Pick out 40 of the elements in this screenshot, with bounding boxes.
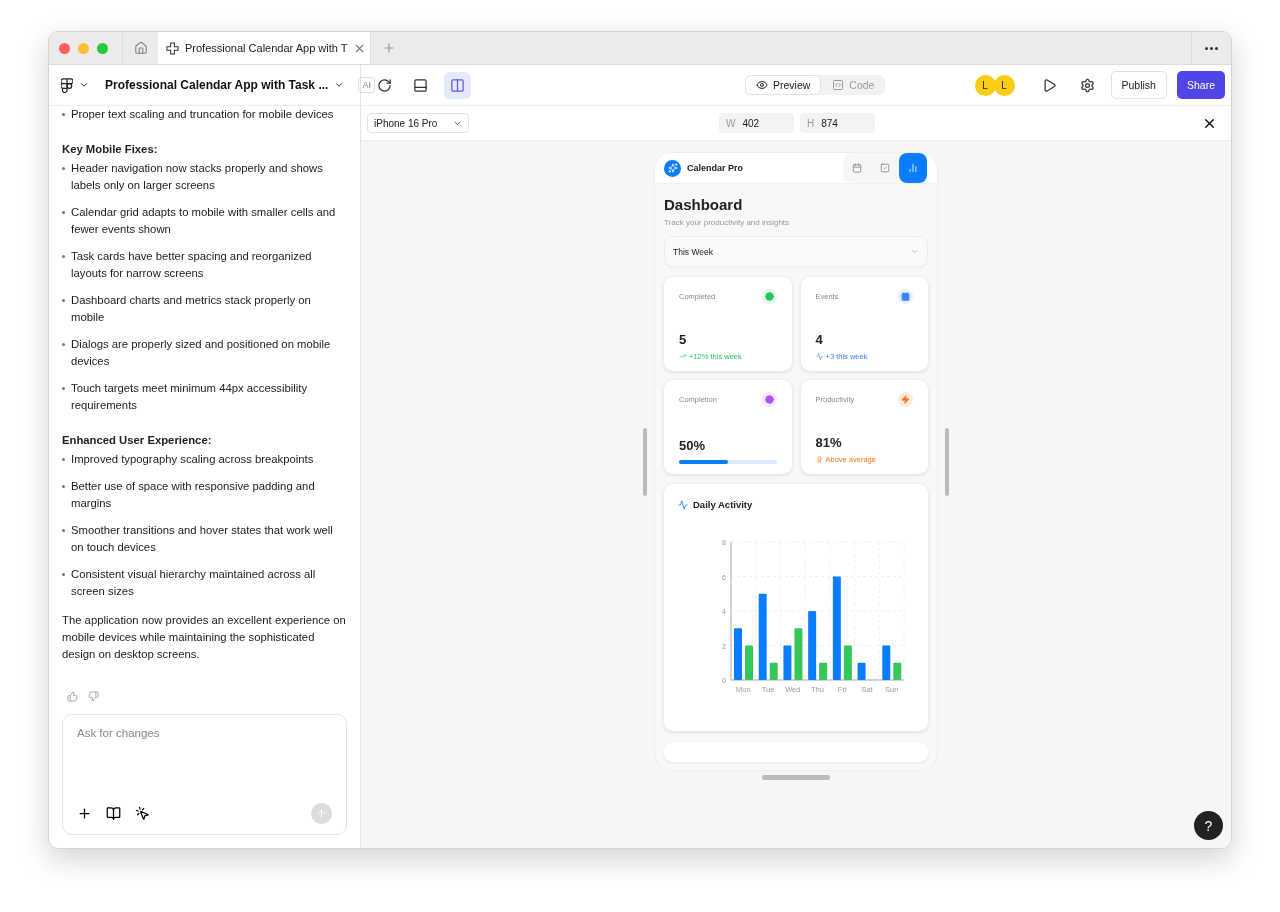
chat-bullet-text: Improved typography scaling across breakpoints bbox=[71, 452, 314, 467]
page-title: Dashboard bbox=[664, 196, 744, 213]
chat-bullet-text: Smoother transitions and hover states that work well on touch devices bbox=[71, 523, 334, 555]
chat-bullet-text: Dialogs are properly sized and positioned on mobile devices bbox=[71, 337, 332, 369]
chat-heading: Enhanced User Experience: bbox=[62, 433, 213, 448]
chat-composer[interactable]: Ask for changes bbox=[62, 714, 347, 835]
width-value: 402 bbox=[742, 117, 760, 129]
project-title[interactable]: Professional Calendar App with Task ... bbox=[105, 78, 329, 92]
chat-bullet-text: Proper text scaling and truncation for mobile devices bbox=[71, 107, 334, 122]
view-tab[interactable]: Preview bbox=[745, 75, 822, 95]
stat-value: 4 bbox=[815, 332, 824, 347]
height-value: 874 bbox=[821, 117, 838, 129]
user-avatar[interactable]: L bbox=[993, 74, 1015, 96]
period-select[interactable]: This Week bbox=[664, 236, 928, 267]
chat-bullet-text: Task cards have better spacing and reorganized layouts for narrow screens bbox=[71, 249, 313, 281]
chat-bullet-text: Touch targets meet minimum 44px accessibility requirements bbox=[71, 381, 309, 413]
user-avatar[interactable]: L bbox=[974, 74, 996, 96]
chat-paragraph: The application now provides an excellent experience on mobile devices while maintaining the sophisticated design on desktop screens. bbox=[62, 613, 347, 662]
chart-title: Daily Activity bbox=[693, 499, 753, 510]
tab-title: Professional Calendar App with T bbox=[185, 42, 348, 54]
chat-bullet-text: Calendar grid adapts to mobile with smaller cells and fewer events shown bbox=[71, 205, 337, 237]
stat-value: 50% bbox=[679, 438, 707, 453]
height-field[interactable]: H 874 bbox=[800, 113, 875, 133]
width-field[interactable]: W 402 bbox=[719, 113, 794, 133]
chat-heading: Key Mobile Fixes: bbox=[62, 142, 159, 157]
ai-badge: AI bbox=[358, 77, 375, 93]
chat-bullet-text: Header navigation now stacks properly and shows labels only on larger screens bbox=[71, 161, 324, 193]
browser-tab[interactable]: Professional Calendar App with T bbox=[158, 32, 370, 64]
stat-value: 81% bbox=[815, 435, 843, 450]
share-button[interactable]: Share bbox=[1176, 71, 1225, 99]
page-subtitle: Track your productivity and insights bbox=[664, 218, 791, 227]
device-select[interactable]: iPhone 16 Pro bbox=[367, 113, 469, 133]
app-brand: Calendar Pro bbox=[687, 163, 744, 173]
stat-value: 5 bbox=[679, 332, 688, 347]
chat-bullet-text: Consistent visual hierarchy maintained across all screen sizes bbox=[71, 567, 317, 599]
width-label: W bbox=[726, 117, 736, 129]
chat-bullet-text: Better use of space with responsive padding and margins bbox=[71, 479, 316, 511]
height-label: H bbox=[807, 117, 815, 129]
publish-button[interactable]: Publish bbox=[1110, 71, 1167, 99]
chat-bullet-text: Dashboard charts and metrics stack properly on mobile bbox=[71, 293, 312, 325]
